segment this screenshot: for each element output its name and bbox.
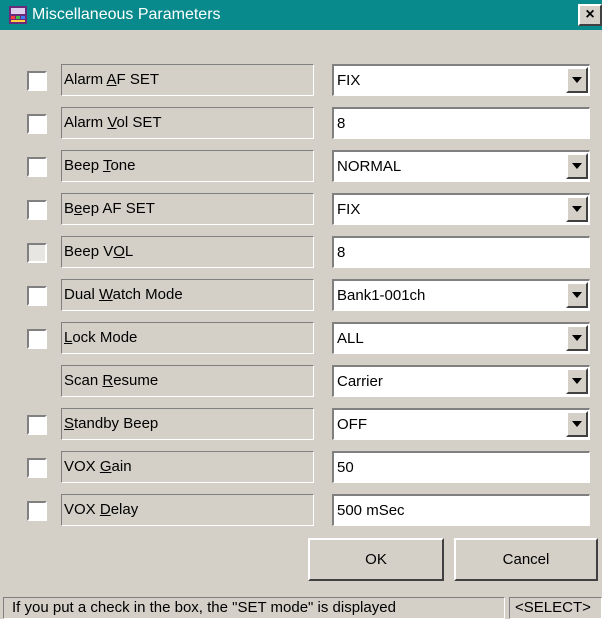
param-row-lock-mode: Lock Mode ALL xyxy=(0,322,602,354)
alarm-af-set-checkbox[interactable] xyxy=(27,71,47,91)
param-row-alarm-vol-set: Alarm Vol SET 8 xyxy=(0,107,602,139)
alarm-vol-set-input[interactable]: 8 xyxy=(332,107,590,139)
param-label: Beep Tone xyxy=(61,150,314,182)
status-mode: <SELECT> xyxy=(509,597,602,619)
param-label: Beep AF SET xyxy=(61,193,314,225)
chevron-down-icon[interactable] xyxy=(566,411,588,437)
select-value: FIX xyxy=(337,72,361,89)
standby-beep-select[interactable]: OFF xyxy=(332,408,590,440)
chevron-down-icon[interactable] xyxy=(566,282,588,308)
param-row-vox-delay: VOX Delay 500 mSec xyxy=(0,494,602,526)
standby-beep-checkbox[interactable] xyxy=(27,415,47,435)
lock-mode-select[interactable]: ALL xyxy=(332,322,590,354)
window-title: Miscellaneous Parameters xyxy=(32,6,221,23)
param-row-beep-af-set: Beep AF SET FIX xyxy=(0,193,602,225)
param-label: Alarm AF SET xyxy=(61,64,314,96)
select-value: Bank1-001ch xyxy=(337,287,426,304)
vox-delay-checkbox[interactable] xyxy=(27,501,47,521)
input-value: 500 mSec xyxy=(337,502,405,519)
chevron-down-icon[interactable] xyxy=(566,325,588,351)
chevron-down-icon[interactable] xyxy=(566,153,588,179)
param-label: Scan Resume xyxy=(61,365,314,397)
param-label: Dual Watch Mode xyxy=(61,279,314,311)
input-value: 50 xyxy=(337,459,354,476)
param-row-standby-beep: Standby Beep OFF xyxy=(0,408,602,440)
select-value: OFF xyxy=(337,416,367,433)
param-row-alarm-af-set: Alarm AF SET FIX xyxy=(0,64,602,96)
alarm-vol-set-checkbox[interactable] xyxy=(27,114,47,134)
title-bar: Miscellaneous Parameters × xyxy=(0,0,602,30)
param-label: Standby Beep xyxy=(61,408,314,440)
close-button[interactable]: × xyxy=(578,4,602,26)
app-icon xyxy=(9,6,27,24)
beep-vol-input[interactable]: 8 xyxy=(332,236,590,268)
chevron-down-icon[interactable] xyxy=(566,67,588,93)
param-row-scan-resume: Scan Resume Carrier xyxy=(0,365,602,397)
lock-mode-checkbox[interactable] xyxy=(27,329,47,349)
param-label: VOX Gain xyxy=(61,451,314,483)
chevron-down-icon[interactable] xyxy=(566,196,588,222)
scan-resume-select[interactable]: Carrier xyxy=(332,365,590,397)
select-value: FIX xyxy=(337,201,361,218)
ok-button[interactable]: OK xyxy=(308,538,444,581)
cancel-button[interactable]: Cancel xyxy=(454,538,598,581)
chevron-down-icon[interactable] xyxy=(566,368,588,394)
dual-watch-mode-select[interactable]: Bank1-001ch xyxy=(332,279,590,311)
beep-af-set-select[interactable]: FIX xyxy=(332,193,590,225)
input-value: 8 xyxy=(337,115,346,132)
select-value: Carrier xyxy=(337,373,383,390)
alarm-af-set-select[interactable]: FIX xyxy=(332,64,590,96)
select-value: NORMAL xyxy=(337,158,402,175)
param-label: Lock Mode xyxy=(61,322,314,354)
param-row-vox-gain: VOX Gain 50 xyxy=(0,451,602,483)
param-label: Beep VOL xyxy=(61,236,314,268)
param-row-beep-tone: Beep Tone NORMAL xyxy=(0,150,602,182)
input-value: 8 xyxy=(337,244,346,261)
param-label: Alarm Vol SET xyxy=(61,107,314,139)
vox-gain-checkbox[interactable] xyxy=(27,458,47,478)
dual-watch-mode-checkbox[interactable] xyxy=(27,286,47,306)
beep-af-set-checkbox[interactable] xyxy=(27,200,47,220)
dialog-body: Alarm AF SET FIX Alarm Vol SET 8 Beep To… xyxy=(0,30,602,619)
close-icon: × xyxy=(585,6,595,23)
vox-gain-input[interactable]: 50 xyxy=(332,451,590,483)
param-row-dual-watch-mode: Dual Watch Mode Bank1-001ch xyxy=(0,279,602,311)
vox-delay-input[interactable]: 500 mSec xyxy=(332,494,590,526)
beep-vol-checkbox[interactable] xyxy=(27,243,47,263)
beep-tone-select[interactable]: NORMAL xyxy=(332,150,590,182)
status-message: If you put a check in the box, the "SET … xyxy=(3,597,505,619)
beep-tone-checkbox[interactable] xyxy=(27,157,47,177)
select-value: ALL xyxy=(337,330,364,347)
param-label: VOX Delay xyxy=(61,494,314,526)
param-row-beep-vol: Beep VOL 8 xyxy=(0,236,602,268)
